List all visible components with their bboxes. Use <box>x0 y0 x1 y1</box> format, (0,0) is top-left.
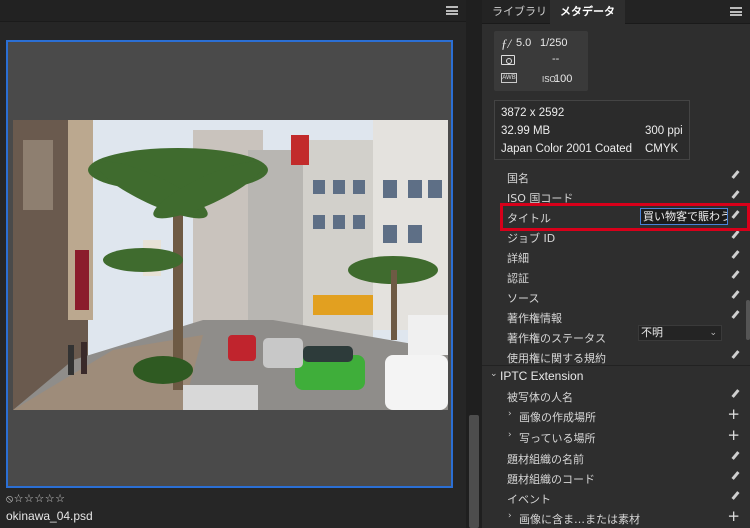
field-label: 国名 <box>507 172 529 185</box>
exposure-comp-value: -- <box>552 53 560 65</box>
field-row-source: ソース <box>482 286 750 306</box>
content-browser: ⦸☆☆☆☆☆ okinawa_04.psd <box>0 0 466 528</box>
field-label: 被写体の人名 <box>507 391 573 404</box>
field-label: 詳細 <box>507 252 529 265</box>
field-label: 題材組織のコード <box>507 473 595 486</box>
camera-data-box: ƒ/ 5.0 1/250 -- AWB ISO 100 <box>494 31 588 91</box>
thumbnail-selected[interactable] <box>6 40 453 488</box>
pencil-icon[interactable] <box>730 250 740 261</box>
shutter-value: 1/250 <box>540 37 568 49</box>
field-label: ソース <box>507 292 540 305</box>
image-dimensions: 3872 x 2592 <box>501 107 565 119</box>
file-properties-box: 3872 x 2592 32.99 MB 300 ppi Japan Color… <box>494 100 690 160</box>
iptc-extension-header[interactable]: ⌄ IPTC Extension <box>482 365 750 385</box>
pencil-icon[interactable] <box>730 310 740 321</box>
field-label: 使用権に関する規約 <box>507 352 606 365</box>
add-icon[interactable]: + <box>727 406 740 422</box>
field-row-location-shown[interactable]: › 写っている場所 + <box>482 426 750 446</box>
section-title: IPTC Extension <box>500 369 584 383</box>
add-icon[interactable]: + <box>727 427 740 443</box>
field-label: ジョブ ID <box>507 232 556 245</box>
field-row-country: 国名 <box>482 166 750 186</box>
title-input[interactable]: 買い物客で賑わう <box>640 208 728 225</box>
field-row-artwork[interactable]: › 画像に含ま…または素材 + <box>482 507 750 527</box>
pencil-icon[interactable] <box>730 290 740 301</box>
chevron-right-icon: › <box>508 409 512 419</box>
copyright-status-select[interactable]: 不明 ⌄ <box>638 325 722 341</box>
photo-thumbnail <box>13 120 448 410</box>
color-profile: Japan Color 2001 Coated <box>501 143 633 155</box>
metadata-panel: ライブラリ メタデータ ƒ/ 5.0 1/250 -- AWB ISO 100 … <box>482 0 750 528</box>
tab-metadata[interactable]: メタデータ <box>550 0 625 24</box>
pencil-icon[interactable] <box>730 190 740 201</box>
field-row-credit: 認証 <box>482 266 750 286</box>
panel-scrollbar-thumb[interactable] <box>746 300 750 340</box>
chevron-right-icon: › <box>508 430 512 440</box>
field-row-org-code: 題材組織のコード <box>482 467 750 487</box>
pencil-icon[interactable] <box>730 170 740 181</box>
field-label: 写っている場所 <box>519 432 596 445</box>
pencil-icon[interactable] <box>730 471 740 482</box>
scrollbar-thumb[interactable] <box>469 415 479 528</box>
field-label: イベント <box>507 493 551 506</box>
field-label: 題材組織の名前 <box>507 453 584 466</box>
copyright-status-value: 不明 <box>641 326 663 339</box>
fnumber-value: 5.0 <box>516 37 532 49</box>
pencil-icon[interactable] <box>730 350 740 361</box>
field-row-org-name: 題材組織の名前 <box>482 447 750 467</box>
pencil-icon[interactable] <box>730 270 740 281</box>
browser-toolbar <box>0 0 466 22</box>
thumbnail-filename: okinawa_04.psd <box>6 509 93 523</box>
pencil-icon[interactable] <box>730 230 740 241</box>
field-row-event: イベント <box>482 487 750 507</box>
resolution: 300 ppi <box>645 125 683 137</box>
aperture-icon: ƒ/ <box>501 36 512 51</box>
hamburger-menu-icon[interactable] <box>730 7 742 16</box>
star-rating[interactable]: ⦸☆☆☆☆☆ <box>6 492 65 506</box>
pencil-icon[interactable] <box>730 491 740 502</box>
browser-scrollbar[interactable] <box>466 0 482 528</box>
file-size: 32.99 MB <box>501 125 551 137</box>
field-label: 認証 <box>507 272 529 285</box>
chevron-down-icon: ⌄ <box>490 369 498 379</box>
tab-library[interactable]: ライブラリ <box>482 0 557 24</box>
field-label: 著作権のステータス <box>507 332 606 345</box>
field-row-description: 詳細 <box>482 246 750 266</box>
metering-icon <box>501 55 515 65</box>
color-mode: CMYK <box>645 143 679 155</box>
iptc-field-list: 被写体の人名 › 画像の作成場所 + › 写っている場所 + 題材組織の名前 題… <box>482 385 750 528</box>
hamburger-menu-icon[interactable] <box>446 6 458 15</box>
pencil-icon[interactable] <box>730 451 740 462</box>
pencil-icon[interactable] <box>730 389 740 400</box>
field-label: 著作権情報 <box>507 312 562 325</box>
panel-tabs: ライブラリ メタデータ <box>482 0 750 24</box>
add-icon[interactable]: + <box>727 508 740 524</box>
chevron-down-icon: ⌄ <box>709 328 717 338</box>
field-label: 画像に含ま…または素材 <box>519 513 640 526</box>
field-row-location-created[interactable]: › 画像の作成場所 + <box>482 405 750 425</box>
chevron-right-icon: › <box>508 511 512 521</box>
white-balance-icon: AWB <box>501 73 517 83</box>
field-row-person-shown: 被写体の人名 <box>482 385 750 405</box>
field-label: 画像の作成場所 <box>519 411 596 424</box>
field-row-copyright: 著作権情報 <box>482 306 750 326</box>
field-row-rights-usage: 使用権に関する規約 <box>482 346 750 366</box>
iso-value: 100 <box>554 73 573 85</box>
